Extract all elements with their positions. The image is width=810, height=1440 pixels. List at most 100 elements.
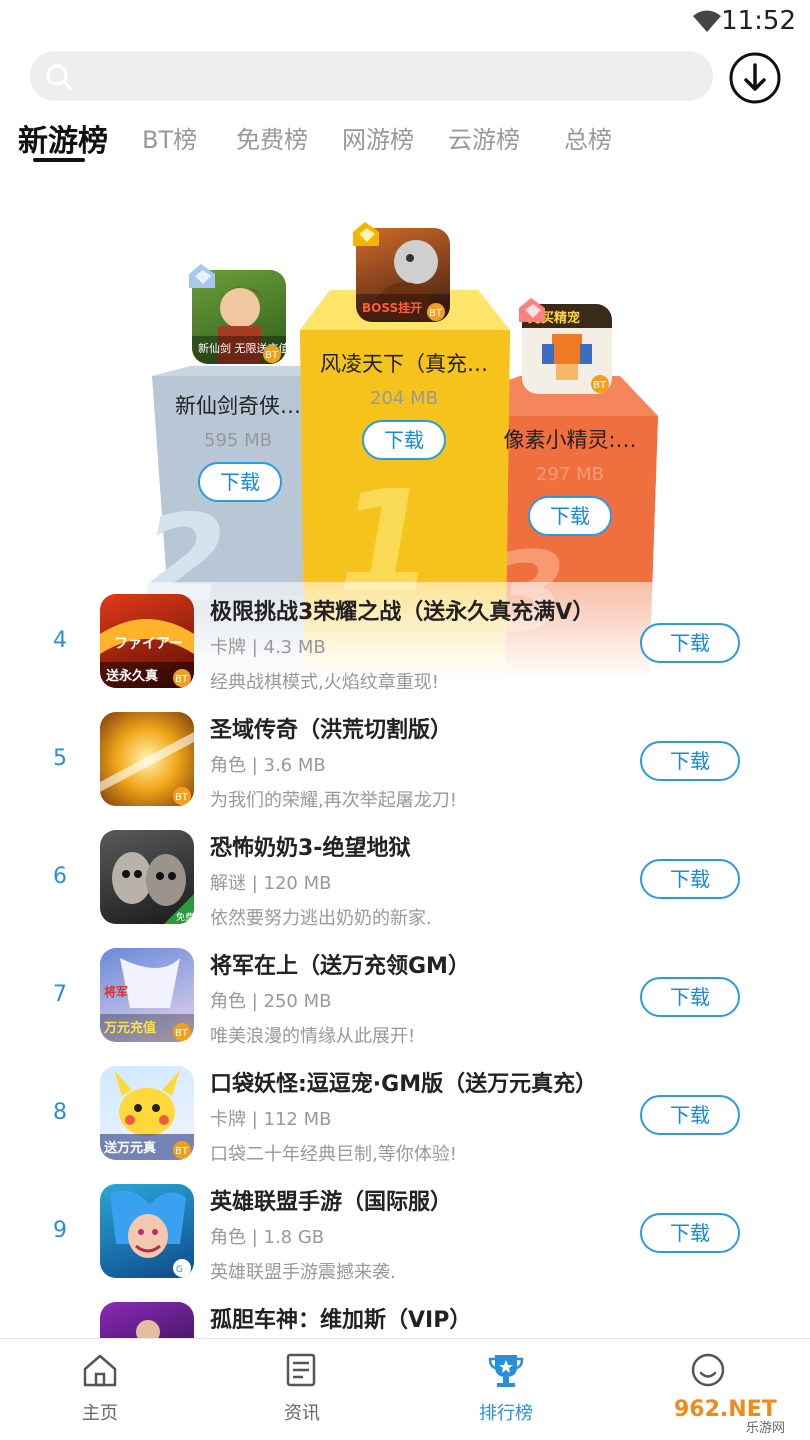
rank-number: 9 — [53, 1218, 67, 1243]
svg-text:乐游网: 乐游网 — [746, 1421, 785, 1436]
list-item[interactable]: 8 送万元真 BT 口袋妖怪:逗逗宠·GM版（送万元真充） 卡牌 | 112 M… — [0, 1056, 810, 1174]
svg-text:BT: BT — [593, 380, 607, 391]
nav-home[interactable]: 主页 — [40, 1351, 160, 1435]
search-icon — [46, 64, 73, 91]
game-meta: 角色 | 250 MB — [210, 991, 332, 1012]
tab-overall[interactable]: 总榜 — [564, 120, 612, 155]
news-icon — [286, 1353, 316, 1387]
podium-1-name: 风凌天下（真充… — [320, 352, 488, 376]
svg-text:送永久真: 送永久真 — [105, 668, 158, 684]
svg-text:BT: BT — [429, 308, 443, 319]
download-button[interactable]: 下载 — [640, 1213, 740, 1253]
svg-text:将军: 将军 — [104, 984, 128, 999]
smile-icon — [691, 1353, 725, 1387]
ranking-tabs: 新游榜 BT榜 免费榜 网游榜 云游榜 总榜 — [0, 116, 810, 166]
game-description: 口袋二十年经典巨制,等你体验! — [210, 1144, 457, 1165]
game-title: 口袋妖怪:逗逗宠·GM版（送万元真充） — [210, 1072, 598, 1097]
game-title: 恐怖奶奶3-绝望地狱 — [210, 836, 411, 861]
nav-home-label: 主页 — [82, 1403, 118, 1424]
rank-number: 5 — [53, 746, 67, 771]
svg-text:BOSS挂开: BOSS挂开 — [362, 300, 422, 315]
status-time: 11:52 — [721, 6, 796, 36]
general-art-icon: 将军 万元充值 BT — [100, 958, 194, 1042]
game-title: 极限挑战3荣耀之战（送永久真充满V） — [210, 600, 595, 625]
download-button[interactable]: 下载 — [640, 623, 740, 663]
download-button[interactable]: 下载 — [640, 741, 740, 781]
list-item[interactable]: 7 将军 万元充值 BT 将军在上（送万充领GM） 角色 | 250 MB 唯美… — [0, 938, 810, 1056]
game-title: 孤胆车神：维加斯（VIP） — [210, 1308, 472, 1333]
rank-number: 6 — [53, 864, 67, 889]
wifi-icon — [693, 10, 721, 32]
svg-text:免费: 免费 — [176, 911, 194, 923]
svg-text:962.NET: 962.NET — [674, 1397, 777, 1422]
game-description: 经典战棋模式,火焰纹章重现! — [210, 672, 439, 693]
status-bar: 11:52 — [0, 0, 810, 44]
svg-text:BT: BT — [265, 350, 279, 361]
home-icon — [83, 1354, 117, 1387]
nav-news[interactable]: 资讯 — [242, 1351, 362, 1435]
game-meta: 角色 | 3.6 MB — [210, 755, 326, 776]
rank-number: 4 — [53, 628, 67, 653]
download-manager-icon[interactable] — [728, 51, 782, 105]
fire-emblem-icon: ファイアー 送永久真 BT — [100, 619, 194, 688]
podium-2-download-button[interactable]: 下载 — [198, 462, 282, 502]
game-icon[interactable]: G — [100, 1184, 194, 1278]
game-title: 将军在上（送万充领GM） — [210, 954, 470, 979]
game-description: 为我们的荣耀,再次举起屠龙刀! — [210, 790, 457, 811]
rank-2-badge-icon — [189, 264, 215, 288]
list-item[interactable]: 9 G 英雄联盟手游（国际服） 角色 | 1.8 GB 英雄联盟手游震撼来袭. … — [0, 1174, 810, 1292]
game-meta: 角色 | 1.8 GB — [210, 1227, 325, 1248]
podium-2-size: 595 MB — [204, 430, 272, 451]
list-item[interactable]: 5 BT 圣域传奇（洪荒切割版） 角色 | 3.6 MB 为我们的荣耀,再次举起… — [0, 702, 810, 820]
download-button[interactable]: 下载 — [640, 859, 740, 899]
list-item[interactable]: 6 免费 恐怖奶奶3-绝望地狱 解谜 | 120 MB 依然要努力逃出奶奶的新家… — [0, 820, 810, 938]
game-icon[interactable]: BT — [100, 712, 194, 806]
game-icon[interactable]: 送万元真 BT — [100, 1066, 194, 1160]
tab-indicator — [33, 158, 85, 162]
rank-number: 7 — [53, 982, 67, 1007]
nav-news-label: 资讯 — [284, 1403, 320, 1424]
game-icon[interactable]: 将军 万元充值 BT — [100, 948, 194, 1042]
tab-online[interactable]: 网游榜 — [342, 120, 414, 155]
golden-blast-icon: BT — [100, 732, 194, 805]
game-icon[interactable]: ファイアー 送永久真 BT — [100, 594, 194, 688]
podium-3-size: 297 MB — [536, 464, 604, 485]
game-title: 圣域传奇（洪荒切割版） — [210, 718, 453, 743]
tab-new-games[interactable]: 新游榜 — [18, 116, 108, 160]
svg-text:BT: BT — [175, 1146, 189, 1157]
download-button[interactable]: 下载 — [640, 977, 740, 1017]
nav-ranking-label: 排行榜 — [479, 1403, 533, 1424]
podium-3-download-button[interactable]: 下载 — [528, 496, 612, 536]
search-input[interactable] — [86, 59, 686, 93]
game-description: 唯美浪漫的情缘从此展开! — [210, 1026, 416, 1047]
tab-bt[interactable]: BT榜 — [142, 120, 197, 155]
game-description: 依然要努力逃出奶奶的新家. — [210, 908, 432, 929]
trophy-icon — [488, 1355, 524, 1387]
svg-text:送万元真: 送万元真 — [103, 1140, 156, 1156]
svg-text:G: G — [176, 1265, 183, 1275]
podium-3-name: 像素小精灵:… — [503, 428, 637, 452]
list-item[interactable]: 4 ファイアー 送永久真 BT 极限挑战3荣耀之战（送永久真充满V） 卡牌 | … — [0, 584, 810, 702]
download-button[interactable]: 下载 — [640, 1095, 740, 1135]
game-meta: 卡牌 | 4.3 MB — [210, 637, 326, 658]
rank-3-badge-icon — [519, 298, 545, 322]
podium-1-download-button[interactable]: 下载 — [362, 420, 446, 460]
svg-text:BT: BT — [175, 674, 189, 685]
svg-text:万元充值: 万元充值 — [103, 1020, 156, 1036]
game-meta: 卡牌 | 112 MB — [210, 1109, 332, 1130]
granny-face-icon: 免费 — [112, 852, 194, 924]
svg-text:BT: BT — [175, 792, 189, 803]
search-bar[interactable] — [30, 51, 713, 101]
podium-1-size: 204 MB — [370, 388, 438, 409]
game-meta: 解谜 | 120 MB — [210, 873, 332, 894]
svg-text:ファイアー: ファイアー — [114, 636, 183, 652]
tab-free[interactable]: 免费榜 — [236, 120, 308, 155]
svg-text:BT: BT — [175, 1028, 189, 1039]
nav-ranking[interactable]: 排行榜 — [446, 1351, 566, 1435]
tab-cloud[interactable]: 云游榜 — [448, 120, 520, 155]
jinx-champion-icon: G — [110, 1190, 191, 1277]
game-title: 英雄联盟手游（国际服） — [210, 1190, 453, 1215]
rank-number: 8 — [53, 1100, 67, 1125]
watermark-logo: 962.NET 乐游网 — [668, 1392, 806, 1436]
game-icon[interactable]: 免费 — [100, 830, 194, 924]
